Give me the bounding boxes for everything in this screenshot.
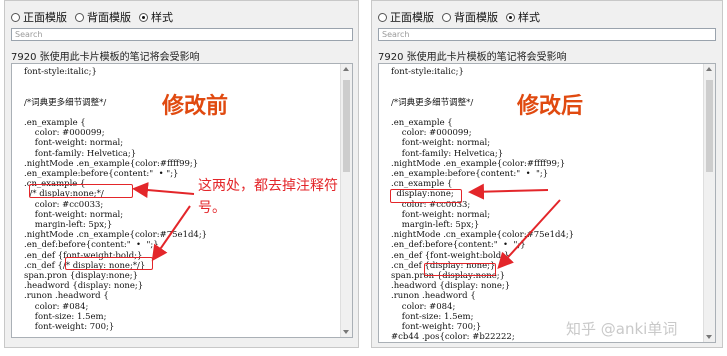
highlight-box-cn-example	[29, 184, 133, 198]
radio-label: 背面模版	[87, 11, 131, 24]
scroll-up-icon[interactable]	[343, 67, 349, 71]
code-line[interactable]: color: #084;	[24, 302, 207, 312]
watermark: 知乎 @anki单词	[566, 320, 678, 338]
code-line[interactable]: font-family: Helvetica;}	[391, 149, 574, 159]
code-line[interactable]: .nightMode .en_example{color:#ffff99;}	[24, 159, 207, 169]
screenshot-composite: 正面模版 背面模版 样式 Search 7920 张使用此卡片模板的笔记将会受影…	[0, 0, 727, 356]
affected-notes-info: 7920 张使用此卡片模板的笔记将会受影响	[11, 52, 200, 63]
highlight-box-cn-example	[390, 189, 462, 203]
scroll-thumb[interactable]	[706, 80, 713, 172]
search-placeholder: Search	[382, 30, 410, 39]
code-line[interactable]: .nightMode .cn_example{color:#75e1d4;}	[391, 230, 574, 240]
radio-label: 正面模版	[390, 11, 434, 24]
radio-circle-icon[interactable]	[442, 12, 451, 22]
code-line[interactable]: color: #000099;	[391, 128, 574, 138]
radio-selected-icon[interactable]	[506, 12, 515, 22]
scroll-up-icon[interactable]	[706, 67, 712, 71]
radio-styling[interactable]: 样式	[506, 9, 540, 25]
code-line[interactable]: font-weight: normal;	[24, 210, 207, 220]
affected-notes-info: 7920 张使用此卡片模板的笔记将会受影响	[378, 52, 567, 63]
radio-circle-icon[interactable]	[378, 12, 387, 22]
radio-styling[interactable]: 样式	[139, 9, 173, 25]
radio-front-template[interactable]: 正面模版	[11, 9, 67, 25]
code-line[interactable]: font-weight: normal;	[391, 210, 574, 220]
code-line[interactable]: .runon .headword {	[391, 291, 574, 301]
code-line[interactable]: .nightMode .en_example{color:#ffff99;}	[391, 159, 574, 169]
radio-circle-icon[interactable]	[11, 12, 20, 22]
highlight-box-cn-def	[65, 257, 153, 270]
code-line[interactable]: font-weight: normal;	[391, 138, 574, 148]
code-line[interactable]: color: #cc0033;	[24, 200, 207, 210]
radio-circle-icon[interactable]	[75, 12, 84, 22]
code-line[interactable]: font-family: Helvetica;}	[24, 149, 207, 159]
radio-label: 正面模版	[23, 11, 67, 24]
code-line[interactable]: color: #000099;	[24, 128, 207, 138]
annotation-note: 这两处，都去掉注释符号。	[198, 178, 338, 216]
code-line[interactable]: font-weight: 700;}	[391, 322, 574, 332]
radio-label: 背面模版	[454, 11, 498, 24]
scroll-thumb[interactable]	[343, 80, 350, 172]
code-line[interactable]: .cn_example {	[391, 179, 574, 189]
radio-back-template[interactable]: 背面模版	[75, 9, 131, 25]
code-line[interactable]: font-weight: 700;}	[24, 322, 207, 332]
code-line[interactable]: font-size: 1.5em;	[391, 312, 574, 322]
radio-selected-icon[interactable]	[139, 12, 148, 22]
code-line[interactable]: #cb44 .pos{color: #b22222;	[391, 332, 574, 342]
code-line[interactable]: .en_example:before{content:" • ";}	[391, 169, 574, 179]
search-input[interactable]: Search	[11, 28, 353, 41]
code-line[interactable]: color: #084;	[391, 302, 574, 312]
vertical-scrollbar[interactable]	[703, 64, 715, 342]
code-line[interactable]	[391, 77, 574, 87]
code-line[interactable]	[24, 77, 207, 87]
code-line[interactable]: .nightMode .cn_example{color:#75e1d4;}	[24, 230, 207, 240]
radio-label: 样式	[151, 11, 173, 24]
code-line[interactable]: margin-left: 5px;}	[24, 220, 207, 230]
radio-label: 样式	[518, 11, 540, 24]
template-radio-group: 正面模版 背面模版 样式	[378, 9, 548, 25]
code-line[interactable]: .runon .headword {	[24, 291, 207, 301]
highlight-box-cn-def	[424, 263, 496, 276]
radio-front-template[interactable]: 正面模版	[378, 9, 434, 25]
code-line[interactable]: .en_example:before{content:" • ";}	[24, 169, 207, 179]
panel-after: 正面模版 背面模版 样式 Search 7920 张使用此卡片模板的笔记将会受影…	[371, 0, 723, 348]
label-before: 修改前	[162, 94, 229, 119]
code-line[interactable]: .en_def:before{content:" • ";}	[24, 240, 207, 250]
code-line[interactable]: .en_def {font-weight:bold;}	[391, 251, 574, 261]
search-placeholder: Search	[15, 30, 43, 39]
code-line[interactable]: span.pron {display:none;}	[24, 271, 207, 281]
code-line[interactable]: font-style:italic;}	[24, 67, 207, 77]
scroll-down-icon[interactable]	[706, 335, 712, 339]
code-line[interactable]: font-size: 1.5em;	[24, 312, 207, 322]
label-after: 修改后	[517, 94, 584, 119]
code-line[interactable]: .headword {display: none;}	[24, 281, 207, 291]
code-line[interactable]: font-style:italic;}	[391, 67, 574, 77]
code-line[interactable]: .en_def:before{content:" • ";}	[391, 240, 574, 250]
code-line[interactable]: font-weight: normal;	[24, 138, 207, 148]
code-line[interactable]: margin-left: 5px;}	[391, 220, 574, 230]
template-radio-group: 正面模版 背面模版 样式	[11, 9, 181, 25]
search-input[interactable]: Search	[378, 28, 716, 41]
code-line[interactable]: .headword {display: none;}	[391, 281, 574, 291]
radio-back-template[interactable]: 背面模版	[442, 9, 498, 25]
panel-before: 正面模版 背面模版 样式 Search 7920 张使用此卡片模板的笔记将会受影…	[4, 0, 359, 348]
scroll-down-icon[interactable]	[343, 330, 349, 334]
